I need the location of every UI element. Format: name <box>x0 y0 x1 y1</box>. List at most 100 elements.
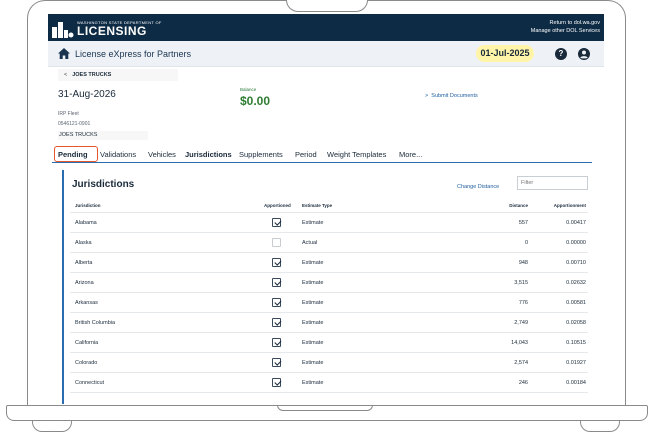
header-apportionment[interactable]: Apportionment <box>554 203 586 208</box>
cell-jurisdiction: Alberta <box>75 260 93 266</box>
apportioned-checkbox[interactable] <box>272 298 281 307</box>
table-row[interactable]: Connecticut Estimate 246 0.00184 <box>70 373 588 393</box>
cell-estimate-type: Actual <box>302 240 318 246</box>
cell-apportionment: 0.00000 <box>566 240 586 246</box>
submit-documents-label: Submit Documents <box>431 93 478 99</box>
cell-jurisdiction: Arkansas <box>75 300 98 306</box>
cell-distance: 2,749 <box>514 320 528 326</box>
apportioned-checkbox[interactable] <box>272 338 281 347</box>
return-link[interactable]: Return to dol.wa.gov <box>531 19 600 27</box>
jurisdictions-title: Jurisdictions <box>72 179 135 190</box>
table-row[interactable]: Alabama Estimate 557 0.00417 <box>70 213 588 233</box>
fleet-type: IRP Fleet <box>58 111 79 117</box>
header-apportioned[interactable]: Apportioned <box>264 203 291 208</box>
cell-jurisdiction: Alabama <box>75 220 97 226</box>
cell-distance: 557 <box>518 220 528 226</box>
balance-value: $0.00 <box>240 94 271 108</box>
table-row[interactable]: Arizona Estimate 3,515 0.02632 <box>70 273 588 293</box>
tab-weight-templates[interactable]: Weight Templates <box>327 150 386 159</box>
user-account-icon[interactable] <box>578 48 590 60</box>
cell-jurisdiction: British Columbia <box>75 320 116 326</box>
cell-jurisdiction: Arizona <box>75 280 94 286</box>
cell-distance: 948 <box>518 260 528 266</box>
cell-apportionment: 0.02058 <box>566 320 586 326</box>
cell-jurisdiction: Alaska <box>75 240 92 246</box>
tab-supplements[interactable]: Supplements <box>239 150 283 159</box>
table-row[interactable]: California Estimate 14,043 0.10515 <box>70 333 588 353</box>
cell-apportionment: 0.02632 <box>566 280 586 286</box>
account-tabs: Pending Validations Vehicles Jurisdictio… <box>52 146 592 163</box>
laptop-base-lip <box>277 405 373 411</box>
app-bar: License eXpress for Partners 01-Jul-2025… <box>48 41 604 67</box>
tab-vehicles[interactable]: Vehicles <box>148 150 176 159</box>
account-number: 0546121-0901 <box>58 121 91 127</box>
cell-jurisdiction: Connecticut <box>75 380 105 386</box>
table-row[interactable]: Alberta Estimate 948 0.00710 <box>70 253 588 273</box>
cell-estimate-type: Estimate <box>302 360 324 366</box>
back-chevron-icon: < <box>64 72 68 78</box>
laptop-notch <box>286 0 368 12</box>
laptop-foot-right <box>580 420 620 432</box>
jurisdictions-panel: Jurisdictions Change Distance Jurisdicti… <box>62 170 590 404</box>
apportioned-checkbox[interactable] <box>272 278 281 287</box>
cell-apportionment: 0.00710 <box>566 260 586 266</box>
manage-services-link[interactable]: Manage other DOL Services <box>531 27 600 35</box>
cell-distance: 2,574 <box>514 360 528 366</box>
cell-apportionment: 0.00417 <box>566 220 586 226</box>
jurisdictions-table: Jurisdiction Apportioned Estimate Type D… <box>70 199 588 393</box>
breadcrumb-label: JOES TRUCKS <box>72 72 112 78</box>
cell-estimate-type: Estimate <box>302 260 324 266</box>
account-breadcrumb[interactable]: < JOES TRUCKS <box>58 69 178 81</box>
filter-input[interactable] <box>517 176 588 190</box>
cell-jurisdiction: California <box>75 340 99 346</box>
cell-apportionment: 0.00184 <box>566 380 586 386</box>
cell-estimate-type: Estimate <box>302 340 324 346</box>
cell-distance: 14,043 <box>511 340 528 346</box>
apportioned-checkbox[interactable] <box>272 218 281 227</box>
chevron-right-icon: > <box>425 93 429 99</box>
cell-estimate-type: Estimate <box>302 220 324 226</box>
table-row[interactable]: Alaska Actual 0 0.00000 <box>70 233 588 253</box>
table-row[interactable]: Arkansas Estimate 776 0.00581 <box>70 293 588 313</box>
app-screen: WASHINGTON STATE DEPARTMENT OF LICENSING… <box>48 14 604 404</box>
header-distance[interactable]: Distance <box>509 203 528 208</box>
logo-title: LICENSING <box>77 23 147 38</box>
table-header: Jurisdiction Apportioned Estimate Type D… <box>70 199 588 213</box>
cell-jurisdiction: Colorado <box>75 360 98 366</box>
tab-period[interactable]: Period <box>295 150 317 159</box>
balance-label: Balance <box>240 87 257 92</box>
tab-jurisdictions[interactable]: Jurisdictions <box>185 150 232 159</box>
apportioned-checkbox[interactable] <box>272 238 281 247</box>
cell-estimate-type: Estimate <box>302 280 324 286</box>
apportioned-checkbox[interactable] <box>272 358 281 367</box>
dol-logo-icon <box>52 22 74 38</box>
cell-apportionment: 0.00581 <box>566 300 586 306</box>
tab-validations[interactable]: Validations <box>100 150 136 159</box>
expiration-date: 31-Aug-2026 <box>58 89 116 100</box>
home-icon[interactable] <box>58 48 70 59</box>
account-name: JOES TRUCKS <box>58 131 148 140</box>
tab-more[interactable]: More... <box>399 150 422 159</box>
apportioned-checkbox[interactable] <box>272 258 281 267</box>
tab-pending[interactable]: Pending <box>58 150 88 159</box>
submit-documents-link[interactable]: > Submit Documents <box>425 93 478 99</box>
cell-distance: 776 <box>518 300 528 306</box>
cell-apportionment: 0.01927 <box>566 360 586 366</box>
apportioned-checkbox[interactable] <box>272 318 281 327</box>
header-estimate-type[interactable]: Estimate Type <box>302 203 332 208</box>
header-jurisdiction[interactable]: Jurisdiction <box>75 203 101 208</box>
dol-logo[interactable]: WASHINGTON STATE DEPARTMENT OF LICENSING <box>52 18 162 38</box>
apportioned-checkbox[interactable] <box>272 378 281 387</box>
dol-banner: WASHINGTON STATE DEPARTMENT OF LICENSING… <box>48 14 604 41</box>
cell-apportionment: 0.10515 <box>566 340 586 346</box>
cell-estimate-type: Estimate <box>302 300 324 306</box>
help-icon[interactable]: ? <box>555 48 567 60</box>
change-distance-link[interactable]: Change Distance <box>457 184 499 190</box>
cell-estimate-type: Estimate <box>302 320 324 326</box>
table-row[interactable]: British Columbia Estimate 2,749 0.02058 <box>70 313 588 333</box>
cell-distance: 0 <box>524 240 528 246</box>
table-row[interactable]: Colorado Estimate 2,574 0.01927 <box>70 353 588 373</box>
current-date-badge: 01-Jul-2025 <box>476 45 534 62</box>
cell-distance: 3,515 <box>514 280 528 286</box>
cell-distance: 246 <box>518 380 528 386</box>
